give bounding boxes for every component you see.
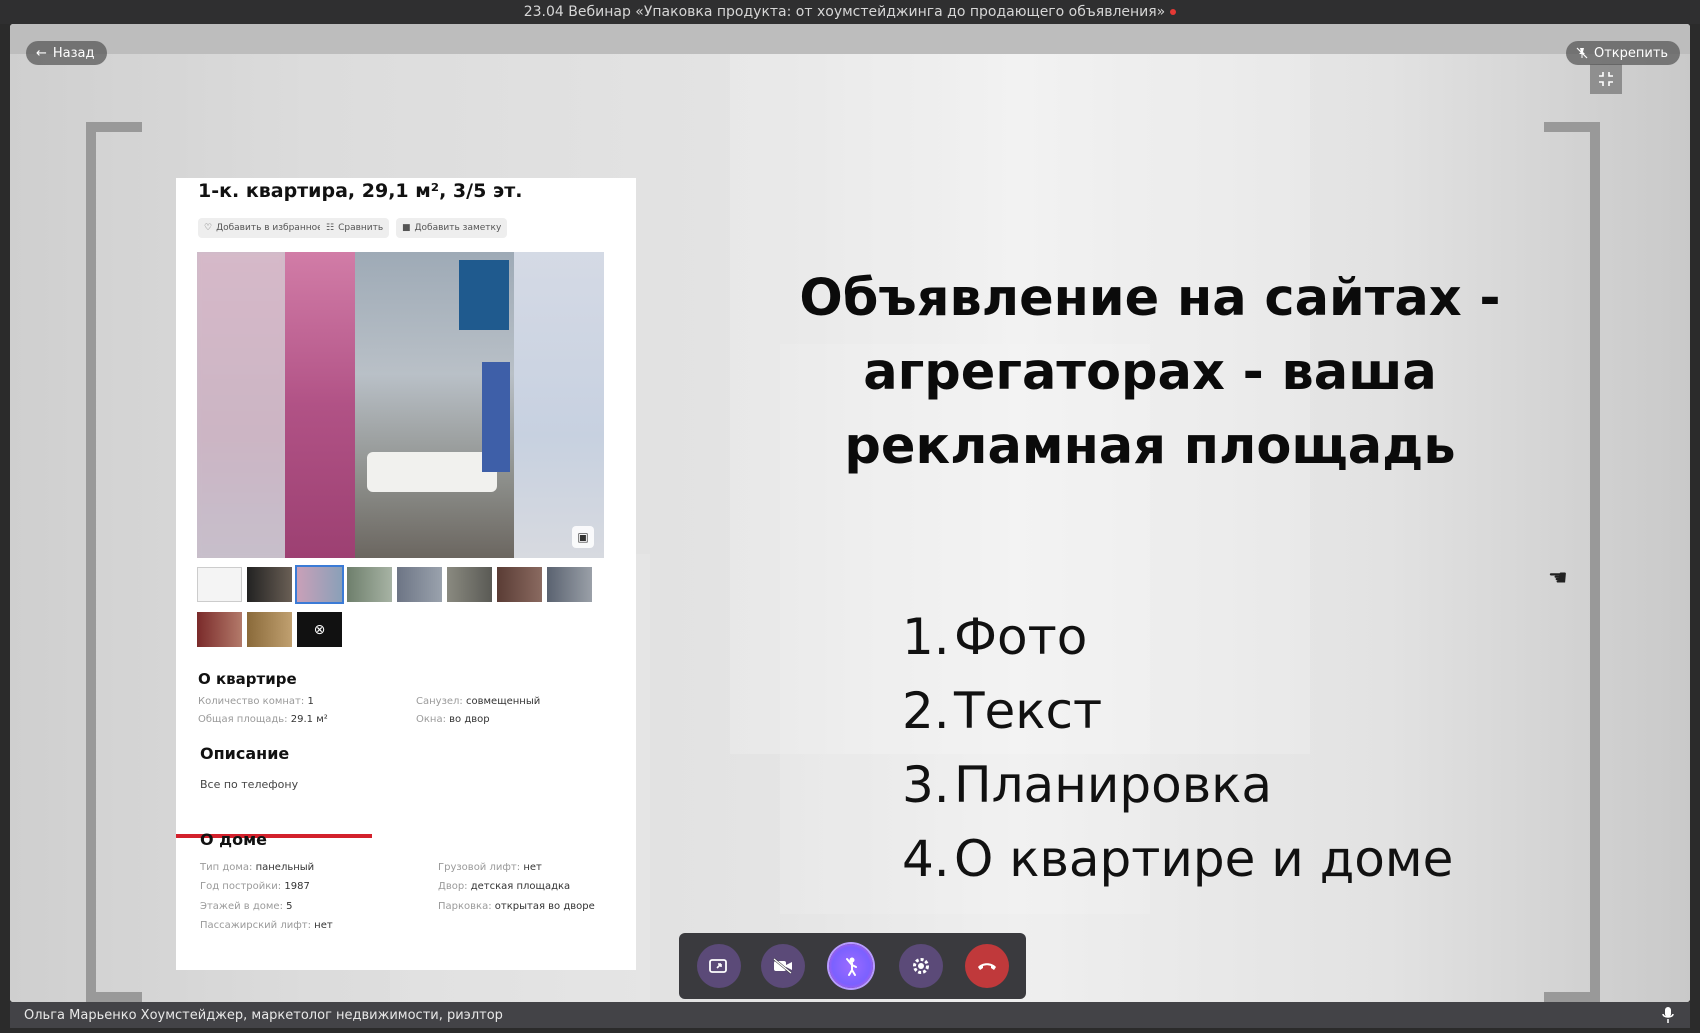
detail-yard: Двор: детская площадка (438, 881, 571, 892)
raise-hand-icon (846, 957, 857, 976)
camera-off-icon (773, 958, 792, 974)
slide-bracket-left (86, 122, 142, 1002)
back-button[interactable]: ← Назад (26, 41, 107, 65)
listing-title: 1-к. квартира, 29,1 м², 3/5 эт. (198, 180, 523, 202)
gear-icon (913, 958, 929, 974)
slide-list-item: 4. О квартире и доме (902, 830, 1454, 888)
detail-bathroom: Санузел: совмещенный (416, 696, 541, 707)
hang-up-icon (978, 963, 996, 970)
speaker-name: Ольга Марьенко Хоумстейджер, маркетолог … (24, 1007, 503, 1023)
thumbnail (247, 612, 292, 647)
more-photos-icon: ⊗ (297, 612, 342, 647)
camera-toggle-button[interactable] (761, 944, 805, 988)
top-strip (10, 24, 1690, 54)
recording-indicator-icon (1170, 9, 1177, 15)
detail-windows: Окна: во двор (416, 714, 490, 725)
hang-up-button[interactable] (965, 944, 1009, 988)
slide-list-item: 2. Текст (902, 682, 1103, 740)
collapse-fullscreen-icon[interactable] (1590, 64, 1622, 94)
screen-share-button[interactable] (697, 944, 741, 988)
detail-house-type: Тип дома: панельный (200, 862, 315, 873)
slide-list: 1. Фото 2. Текст 3. Планировка 4. О квартире… (902, 600, 1453, 896)
window-titlebar: 23.04 Вебинар «Упаковка продукта: от хоу… (0, 0, 1700, 24)
about-house-heading: О доме (200, 830, 268, 849)
thumbnail (295, 565, 344, 604)
window-title: 23.04 Вебинар «Упаковка продукта: от хоу… (523, 4, 1166, 20)
thumbnail (547, 567, 592, 602)
slide-list-item: 3. Планировка (902, 756, 1273, 814)
detail-floors: Этажей в доме: 5 (200, 901, 293, 912)
call-toolbar (679, 933, 1026, 999)
detail-rooms: Количество комнат: 1 (198, 696, 314, 707)
thumbnail (447, 567, 492, 602)
compare-chip: ☷ Сравнить (320, 218, 390, 238)
microphone-icon[interactable] (1662, 1006, 1674, 1024)
hand-cursor-icon: ☚ (1548, 566, 1568, 591)
slide-title: Объявление на сайтах - агрегаторах - ваш… (799, 269, 1501, 476)
conference-window: 1-к. квартира, 29,1 м², 3/5 эт. ♡ Добавит… (10, 24, 1690, 1002)
heart-icon: ♡ (204, 223, 213, 233)
note-icon: ■ (402, 223, 411, 233)
thumbnail (397, 567, 442, 602)
settings-button[interactable] (899, 944, 943, 988)
save-photo-icon: ▣ (572, 526, 594, 548)
detail-passenger-lift: Пассажирский лифт: нет (200, 920, 333, 931)
thumbnail (497, 567, 542, 602)
grid-icon: ☷ (326, 223, 335, 233)
thumbnail (247, 567, 292, 602)
thumbnail (197, 612, 242, 647)
slide-bracket-right (1544, 122, 1600, 1002)
about-flat-heading: О квартире (198, 670, 297, 688)
detail-cargo-lift: Грузовой лифт: нет (438, 862, 542, 873)
thumbnail (347, 567, 392, 602)
speaker-bar: Ольга Марьенко Хоумстейджер, маркетолог … (10, 1002, 1690, 1028)
detail-parking: Парковка: открытая во дворе (438, 901, 595, 912)
listing-screenshot: 1-к. квартира, 29,1 м², 3/5 эт. ♡ Добавит… (176, 178, 636, 970)
shared-screen: 1-к. квартира, 29,1 м², 3/5 эт. ♡ Добавит… (10, 54, 1690, 1002)
arrow-left-icon: ← (36, 45, 47, 61)
description-text: Все по телефону (200, 778, 299, 791)
slide-list-item: 1. Фото (902, 608, 1088, 666)
favorite-chip: ♡ Добавить в избранное (198, 218, 329, 238)
thumbnail (197, 567, 242, 602)
unpin-button[interactable]: Открепить (1566, 41, 1681, 65)
listing-main-photo: ▣ (197, 252, 604, 558)
note-chip: ■ Добавить заметку (396, 218, 508, 238)
detail-build-year: Год постройки: 1987 (200, 881, 310, 892)
description-heading: Описание (200, 744, 290, 763)
raise-hand-button[interactable] (829, 944, 873, 988)
screen-share-icon (709, 959, 727, 973)
detail-area: Общая площадь: 29.1 м² (198, 714, 328, 725)
unpin-icon (1576, 47, 1588, 59)
